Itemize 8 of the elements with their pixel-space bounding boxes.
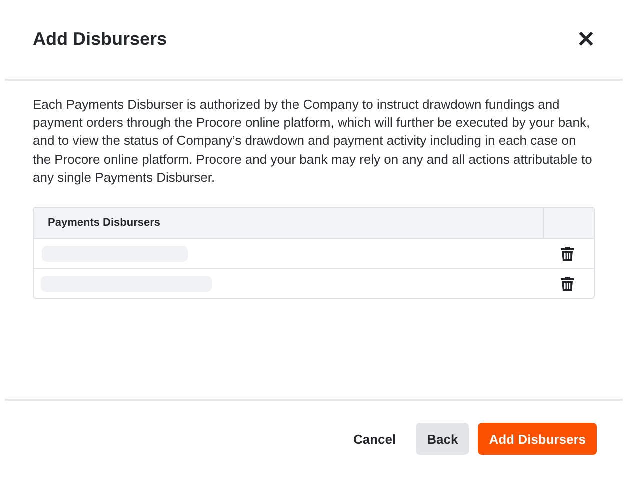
trash-icon[interactable] <box>561 276 574 291</box>
column-header: Payments Disbursers <box>47 216 162 232</box>
cancel-button[interactable]: Cancel <box>342 423 408 455</box>
trash-icon[interactable] <box>561 246 574 261</box>
close-icon[interactable]: ✕ <box>577 28 595 50</box>
back-button[interactable]: Back <box>416 423 470 455</box>
dialog-title: Add Disbursers <box>33 29 168 50</box>
description-text: Each Payments Disburser is authorized by the Company to instruct drawdown fundings and payment orders through the Procore online platform, which will further be executed by your bank, and to view the status of Company’s drawdown and payment activity including in each case on the Procore online platform. Procore and your bank may rely on any and all actions attributable to any single Payments Disburser. <box>33 96 594 187</box>
